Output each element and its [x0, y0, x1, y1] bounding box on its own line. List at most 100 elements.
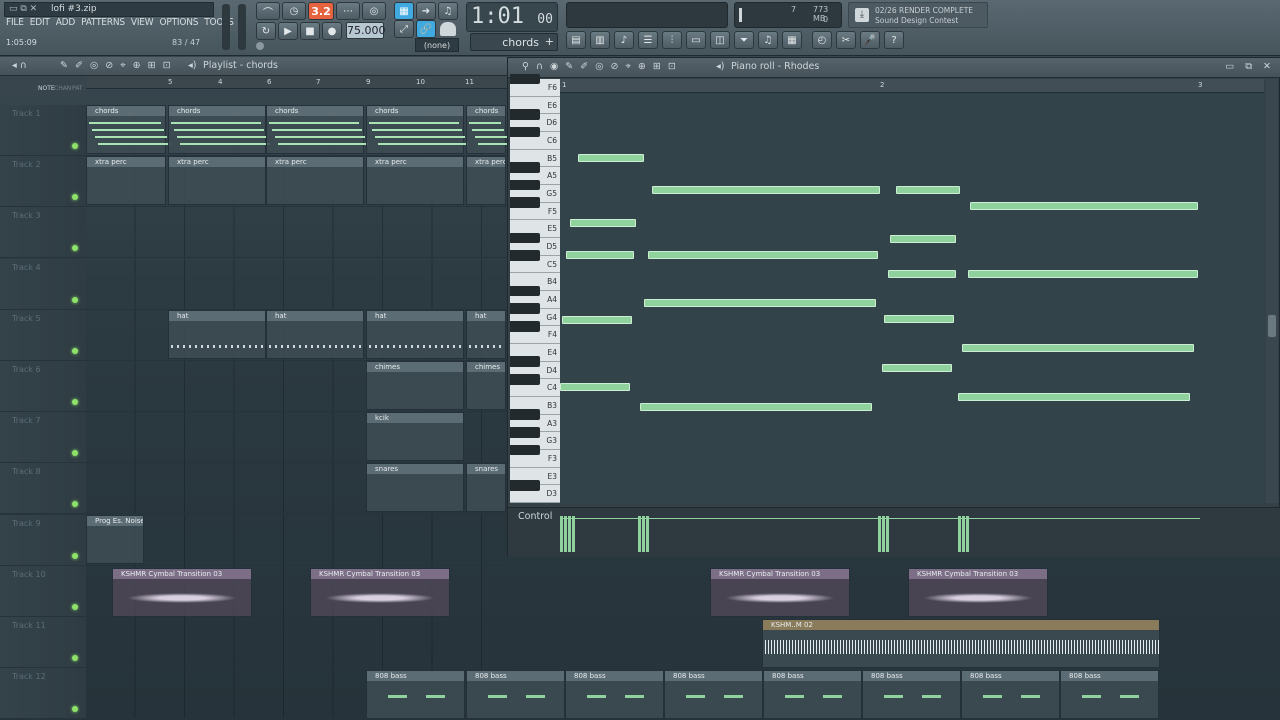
note[interactable]: [882, 364, 952, 372]
track-lane[interactable]: xtra perc xtra perc xtra perc xtra perc xtra…: [86, 156, 507, 208]
black-key[interactable]: [510, 321, 540, 332]
track-label[interactable]: Track 10: [0, 565, 86, 617]
picker-tab-note[interactable]: NOTE: [38, 85, 55, 92]
mixer-icon[interactable]: ⫶: [662, 31, 682, 49]
black-key[interactable]: [510, 285, 540, 297]
scroll-thumb[interactable]: [1268, 315, 1276, 337]
play-button[interactable]: ▶: [278, 22, 298, 40]
black-key[interactable]: [510, 197, 540, 208]
master-pitch-slider[interactable]: [238, 4, 246, 50]
window-controls[interactable]: ▭ ⧉ ✕: [1225, 61, 1275, 72]
loop-record-icon[interactable]: ◎: [362, 2, 386, 20]
plus-icon[interactable]: +: [545, 35, 554, 48]
note[interactable]: [570, 219, 636, 227]
channel-rack-icon[interactable]: ▥: [590, 31, 610, 49]
funnel-icon[interactable]: ⏷: [734, 31, 754, 49]
plugin-icon[interactable]: ▭: [686, 31, 706, 49]
velocity-bar[interactable]: [966, 516, 969, 552]
track-label[interactable]: Track 11: [0, 617, 86, 668]
pattern-clip[interactable]: 808 bass: [961, 670, 1060, 720]
black-key[interactable]: [510, 250, 540, 261]
black-key[interactable]: [510, 126, 540, 138]
track-enable-led[interactable]: [72, 143, 78, 149]
black-key[interactable]: [510, 73, 540, 85]
black-key[interactable]: [510, 374, 540, 385]
wait-for-input-icon[interactable]: ➜: [416, 2, 436, 20]
track-enable-led[interactable]: [72, 399, 78, 405]
black-key[interactable]: [510, 427, 540, 438]
track-enable-led[interactable]: [72, 245, 78, 252]
black-key[interactable]: [510, 162, 540, 173]
pattern-clip[interactable]: xtra perc: [86, 156, 166, 206]
blend-icon[interactable]: ⤢: [394, 20, 414, 38]
record-button[interactable]: ●: [322, 22, 342, 40]
black-key[interactable]: [510, 109, 540, 120]
velocity-bar[interactable]: [878, 516, 881, 552]
hint-panel[interactable]: ⤓ 02/26 RENDER COMPLETE Sound Design Con…: [848, 2, 988, 28]
pattern-clip[interactable]: xtra perc: [266, 156, 364, 206]
pattern-song-toggle[interactable]: ⌒: [256, 2, 280, 20]
pattern-clip[interactable]: chords: [466, 105, 510, 154]
track-label[interactable]: Track 9: [0, 514, 86, 566]
playlist-picker[interactable]: NOTE CHAN PAT: [0, 76, 86, 96]
pattern-clip[interactable]: chimes: [466, 361, 506, 410]
black-key[interactable]: [510, 444, 540, 456]
track-label[interactable]: Track 4: [0, 258, 86, 310]
pattern-clip[interactable]: 808 bass: [366, 670, 465, 720]
note[interactable]: [648, 251, 878, 259]
pattern-clip[interactable]: chimes: [366, 361, 464, 410]
track-lane[interactable]: [86, 258, 507, 310]
velocity-bar[interactable]: [958, 516, 961, 552]
speaker-icon[interactable]: ♫: [758, 31, 778, 49]
master-volume-slider[interactable]: [222, 4, 230, 50]
note[interactable]: [888, 270, 956, 278]
note[interactable]: [970, 202, 1198, 210]
piano-roll-tools[interactable]: ⚲ ∩ ◉ ✎ ✐ ◎ ⊘ ⌖ ⊕ ⊞ ⊡: [522, 61, 678, 72]
playlist-tool-icons[interactable]: ✎ ✐ ◎ ⊘ ⌖ ⊕ ⊞ ⊡: [60, 60, 173, 71]
pattern-clip[interactable]: kcik: [366, 412, 464, 462]
control-lane[interactable]: Control: [508, 507, 1280, 557]
tempo-knob[interactable]: [256, 42, 264, 50]
pattern-select[interactable]: chords +: [470, 33, 558, 51]
track-lane[interactable]: [86, 617, 507, 668]
pattern-clip[interactable]: xtra perc: [168, 156, 266, 206]
note-grid[interactable]: [560, 93, 1264, 503]
cpu-icon[interactable]: ▦: [782, 31, 802, 49]
pattern-clip[interactable]: snares: [366, 463, 464, 513]
speaker-icon[interactable]: ◂): [716, 61, 724, 72]
pattern-clip[interactable]: xtra perc: [466, 156, 506, 206]
countdown-icon[interactable]: ♫: [438, 2, 458, 20]
note[interactable]: [896, 186, 960, 194]
track-enable-led[interactable]: [72, 552, 78, 559]
pattern-clip[interactable]: hat: [266, 309, 364, 359]
speaker-icon[interactable]: ◂): [188, 60, 196, 71]
velocity-lane[interactable]: [560, 508, 1264, 558]
pattern-clip[interactable]: chords: [366, 105, 468, 154]
snap-select[interactable]: (none): [415, 38, 459, 52]
track-label[interactable]: Track 1: [0, 105, 86, 156]
note[interactable]: [640, 403, 872, 411]
pattern-clip[interactable]: 808 bass: [565, 670, 664, 720]
picker-tab-pat[interactable]: PAT: [72, 85, 83, 92]
velocity-bar[interactable]: [560, 516, 563, 552]
black-key[interactable]: [510, 356, 540, 367]
track-enable-led[interactable]: [72, 296, 78, 303]
track-enable-led[interactable]: [72, 655, 78, 661]
pattern-clip[interactable]: hat: [466, 309, 506, 359]
velocity-bar[interactable]: [638, 516, 641, 552]
track-enable-led[interactable]: [72, 501, 78, 508]
pattern-clip[interactable]: chords: [86, 105, 170, 154]
pattern-clip[interactable]: Prog Es. Noise: [86, 514, 144, 564]
vertical-scrollbar[interactable]: [1266, 79, 1278, 503]
velocity-bar[interactable]: [642, 516, 645, 552]
tempo-display[interactable]: 75.000: [346, 22, 386, 39]
black-key[interactable]: [510, 179, 540, 191]
track-enable-led[interactable]: [72, 347, 78, 354]
black-key[interactable]: [510, 232, 540, 244]
stop-button[interactable]: ■: [300, 22, 320, 40]
track-lane[interactable]: hat hat hat hat: [86, 309, 507, 361]
track-label[interactable]: Track 7: [0, 412, 86, 464]
track-label[interactable]: Track 5: [0, 309, 86, 361]
velocity-bar[interactable]: [646, 516, 649, 552]
menu-edit[interactable]: EDIT: [30, 17, 50, 28]
